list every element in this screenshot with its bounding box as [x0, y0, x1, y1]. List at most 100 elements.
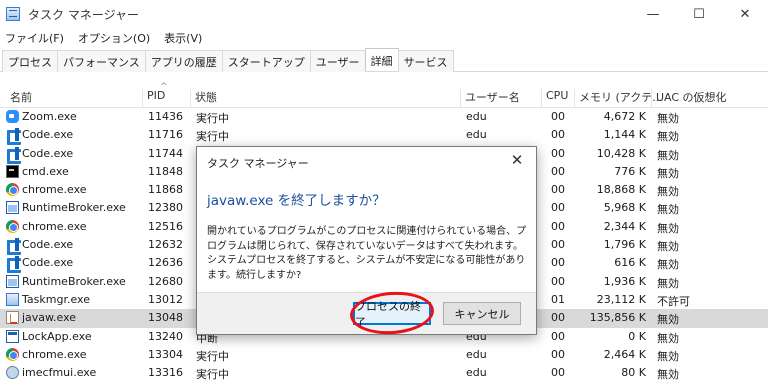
process-uac: 無効 [657, 313, 679, 327]
process-name: Taskmgr.exe [6, 292, 90, 306]
process-user: edu [466, 128, 487, 142]
lockapp-icon [6, 329, 19, 343]
dialog-message: 開かれているプログラムがこのプロセスに関連付けられている場合、プログラムは閉じら… [207, 226, 527, 281]
process-name: Zoom.exe [6, 110, 77, 123]
process-name: Code.exe [6, 256, 74, 274]
process-status: 実行中 [196, 130, 229, 144]
tab-details[interactable]: 詳細 [364, 48, 399, 71]
tab-users[interactable]: ユーザー [309, 50, 366, 72]
ime-icon [6, 366, 19, 380]
dialog-footer: プロセスの終了 キャンセル [197, 292, 536, 334]
table-row[interactable]: chrome.exe 13304 実行中 edu 00 2,464 K 無効 [0, 346, 768, 364]
cancel-button[interactable]: キャンセル [443, 302, 521, 325]
column-header-uac[interactable]: UAC の仮想化 [651, 89, 727, 107]
process-name-label: LockApp.exe [22, 329, 92, 343]
process-uac: 無効 [657, 130, 679, 144]
column-header-user[interactable]: ユーザー名 [460, 89, 520, 107]
chrome-icon [6, 219, 19, 233]
process-name: Code.exe [6, 146, 74, 164]
column-header-memory[interactable]: メモリ (アクテ... [574, 89, 663, 107]
maximize-button[interactable]: ☐ [676, 0, 722, 28]
process-status: 実行中 [196, 368, 229, 382]
process-uac: 無効 [657, 331, 679, 345]
process-pid: 11436 [148, 110, 183, 123]
process-name: Code.exe [6, 128, 73, 146]
process-memory: 10,428 K [596, 146, 646, 160]
process-name: RuntimeBroker.exe [6, 201, 126, 215]
process-name-label: imecfmui.exe [22, 366, 97, 380]
column-header-status[interactable]: 状態 [190, 89, 217, 107]
table-row[interactable]: Zoom.exe 11436 実行中 edu 00 4,672 K 無効 [0, 108, 768, 126]
table-row[interactable]: imecfmui.exe 13316 実行中 edu 00 80 K 無効 [0, 364, 768, 382]
process-cpu: 00 [551, 128, 565, 142]
process-pid: 11744 [148, 146, 183, 160]
process-status: 実行中 [196, 349, 229, 363]
process-user: edu [466, 110, 487, 123]
tab-app-history[interactable]: アプリの履歴 [144, 50, 223, 72]
process-memory: 616 K [614, 256, 646, 270]
process-name: javaw.exe [6, 311, 76, 325]
process-pid: 12636 [148, 256, 183, 270]
menu-view[interactable]: 表示(V) [164, 30, 202, 46]
process-name: Code.exe [6, 238, 73, 256]
process-memory: 1,144 K [603, 128, 646, 142]
process-memory: 1,936 K [603, 274, 646, 288]
process-pid: 11848 [148, 164, 183, 178]
process-name: imecfmui.exe [6, 366, 97, 380]
process-name: LockApp.exe [6, 329, 92, 343]
table-header: 名前 ^ PID 状態 ユーザー名 CPU メモリ (アクテ... UAC の仮… [0, 82, 768, 108]
window-title: タスク マネージャー [28, 7, 139, 22]
process-uac: 無効 [657, 258, 679, 272]
dialog-heading: javaw.exe を終了しますか？ [207, 193, 386, 209]
process-user: edu [466, 347, 487, 361]
end-process-button[interactable]: プロセスの終了 [353, 300, 431, 329]
zoom-icon [6, 110, 19, 123]
process-pid: 12380 [148, 201, 183, 215]
process-uac: 無効 [657, 203, 679, 217]
process-name-label: chrome.exe [22, 347, 87, 361]
menu-options[interactable]: オプション(O) [78, 30, 150, 46]
process-name-label: Code.exe [22, 146, 74, 160]
cmd-icon [6, 164, 19, 178]
close-button[interactable]: ✕ [722, 0, 768, 28]
process-name-label: Zoom.exe [22, 110, 77, 123]
column-header-cpu[interactable]: CPU [541, 89, 568, 107]
dialog-title: タスク マネージャー [207, 157, 309, 170]
process-uac: 不許可 [657, 294, 690, 308]
process-status: 実行中 [196, 112, 229, 125]
column-header-pid[interactable]: PID [142, 89, 165, 107]
tab-startup[interactable]: スタートアップ [221, 50, 311, 72]
tab-processes[interactable]: プロセス [2, 50, 58, 72]
menu-file[interactable]: ファイル(F) [5, 30, 64, 46]
process-pid: 13012 [148, 292, 183, 306]
process-name: RuntimeBroker.exe [6, 274, 126, 288]
column-header-name[interactable]: 名前 [6, 89, 32, 107]
tab-performance[interactable]: パフォーマンス [57, 50, 146, 72]
process-cpu: 00 [551, 347, 565, 361]
chrome-icon [6, 347, 19, 361]
title-bar: タスク マネージャー — ☐ ✕ [0, 0, 768, 28]
process-memory: 776 K [614, 164, 646, 178]
process-memory: 2,344 K [603, 219, 646, 233]
process-name: cmd.exe [6, 164, 69, 178]
process-memory: 1,796 K [603, 238, 646, 252]
process-pid: 11868 [148, 183, 183, 197]
process-cpu: 00 [551, 110, 565, 123]
process-name: chrome.exe [6, 219, 87, 233]
process-name-label: Code.exe [22, 256, 74, 270]
vscode-icon [6, 238, 21, 256]
process-pid: 13048 [148, 311, 183, 325]
process-uac: 無効 [657, 240, 679, 254]
tab-services[interactable]: サービス [397, 50, 454, 72]
runtime-broker-icon [6, 274, 19, 288]
table-row[interactable]: Code.exe 11716 実行中 edu 00 1,144 K 無効 [0, 126, 768, 146]
java-icon [6, 311, 19, 325]
process-uac: 無効 [657, 112, 679, 125]
end-process-dialog: タスク マネージャー ✕ javaw.exe を終了しますか？ 開かれているプロ… [196, 146, 537, 335]
process-uac: 無効 [657, 166, 679, 180]
process-pid: 13240 [148, 329, 183, 343]
taskmgr-icon [6, 292, 19, 306]
minimize-button[interactable]: — [630, 0, 676, 28]
dialog-close-icon[interactable]: ✕ [508, 151, 526, 169]
process-memory: 5,968 K [603, 201, 646, 215]
